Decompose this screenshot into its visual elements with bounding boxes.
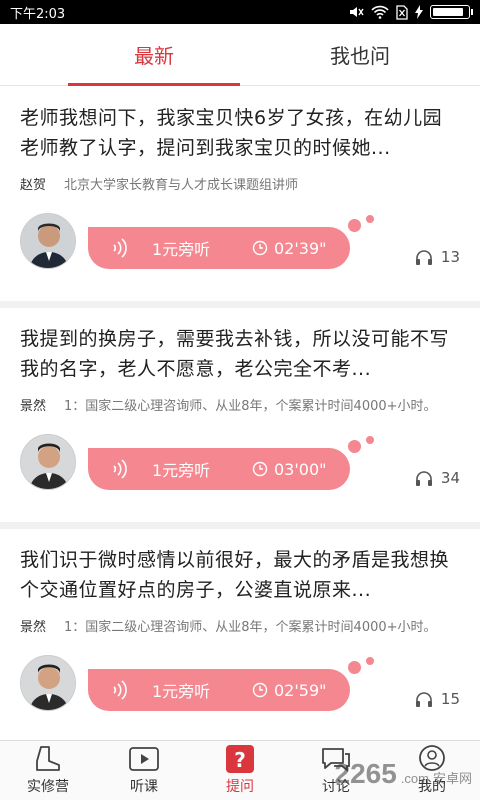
bubble-dot: [366, 436, 374, 444]
author-name[interactable]: 赵贺: [20, 177, 64, 195]
nav-practice-camp[interactable]: 实修营: [0, 741, 96, 800]
bubble-dot: [348, 219, 361, 232]
headphones-icon: [415, 250, 432, 265]
bottom-nav: 实修营 听课 ? 提问 讨论 我的 2265 .com 安卓网: [0, 740, 480, 800]
author-row: 景然 1：国家二级心理咨询师、从业8年，个案累计时间4000+小时。: [20, 619, 460, 637]
wifi-icon: [371, 5, 389, 19]
tab-ask-too[interactable]: 我也问: [240, 24, 480, 85]
clock-icon: [252, 461, 268, 477]
listen-price: 1元旁听: [152, 682, 211, 701]
sound-wave-icon: [88, 238, 152, 258]
question-card[interactable]: 我提到的换房子，需要我去补钱，所以没可能不写我的名字，老人不愿意，老公完全不考.…: [0, 308, 480, 529]
question-icon: ?: [226, 745, 254, 773]
sim-off-icon: [396, 4, 408, 20]
listen-button[interactable]: 1元旁听 02'59": [88, 669, 350, 711]
boot-icon: [36, 746, 60, 771]
nav-ask[interactable]: ? 提问: [192, 741, 288, 800]
listen-button[interactable]: 1元旁听 03'00": [88, 448, 350, 490]
status-bar: 下午2:03: [0, 0, 480, 24]
clock-icon: [252, 682, 268, 698]
charging-icon: [415, 5, 423, 19]
status-time: 下午2:03: [10, 6, 66, 22]
author-row: 景然 1：国家二级心理咨询师、从业8年，个案累计时间4000+小时。: [20, 398, 460, 416]
author-desc: 1：国家二级心理咨询师、从业8年，个案累计时间4000+小时。: [64, 620, 437, 635]
mute-icon: [350, 7, 364, 17]
audio-duration: 03'00": [274, 459, 327, 479]
avatar[interactable]: [20, 213, 76, 269]
listener-count: 34: [415, 469, 460, 487]
top-tabs: 最新 我也问: [0, 24, 480, 86]
bubble-dot: [348, 661, 361, 674]
bubble-dot: [348, 440, 361, 453]
audio-duration: 02'39": [274, 238, 327, 258]
tab-latest[interactable]: 最新: [0, 24, 240, 86]
listen-price: 1元旁听: [152, 461, 211, 480]
clock-icon: [252, 240, 268, 256]
author-desc: 1：国家二级心理咨询师、从业8年，个案累计时间4000+小时。: [64, 399, 437, 414]
headphones-icon: [415, 471, 432, 486]
question-card[interactable]: 老师我想问下，我家宝贝快6岁了女孩，在幼儿园老师教了认字，提问到我家宝贝的时候她…: [0, 87, 480, 308]
headphones-icon: [415, 692, 432, 707]
author-name[interactable]: 景然: [20, 398, 64, 416]
sound-wave-icon: [88, 459, 152, 479]
listener-count: 15: [415, 690, 460, 708]
listen-button[interactable]: 1元旁听 02'39": [88, 227, 350, 269]
play-icon: [129, 747, 159, 771]
author-row: 赵贺 北京大学家长教育与人才成长课题组讲师: [20, 177, 460, 195]
sound-wave-icon: [88, 680, 152, 700]
question-feed: 老师我想问下，我家宝贝快6岁了女孩，在幼儿园老师教了认字，提问到我家宝贝的时候她…: [0, 87, 480, 750]
audio-duration: 02'59": [274, 680, 327, 700]
question-card[interactable]: 我们识于微时感情以前很好，最大的矛盾是我想换个交通位置好点的房子，公婆直说原来.…: [0, 529, 480, 750]
bubble-dot: [366, 215, 374, 223]
question-text: 老师我想问下，我家宝贝快6岁了女孩，在幼儿园老师教了认字，提问到我家宝贝的时候她…: [20, 107, 443, 159]
nav-courses[interactable]: 听课: [96, 741, 192, 800]
question-text: 我们识于微时感情以前很好，最大的矛盾是我想换个交通位置好点的房子，公婆直说原来.…: [20, 549, 450, 601]
question-text: 我提到的换房子，需要我去补钱，所以没可能不写我的名字，老人不愿意，老公完全不考.…: [20, 328, 450, 380]
listen-price: 1元旁听: [152, 240, 211, 259]
listener-count: 13: [415, 248, 460, 266]
battery-icon: [430, 5, 473, 19]
site-watermark: 2265 .com 安卓网: [334, 758, 472, 789]
author-name[interactable]: 景然: [20, 619, 64, 637]
author-desc: 北京大学家长教育与人才成长课题组讲师: [64, 178, 299, 193]
bubble-dot: [366, 657, 374, 665]
avatar[interactable]: [20, 434, 76, 490]
avatar[interactable]: [20, 655, 76, 711]
svg-text:?: ?: [234, 748, 246, 772]
